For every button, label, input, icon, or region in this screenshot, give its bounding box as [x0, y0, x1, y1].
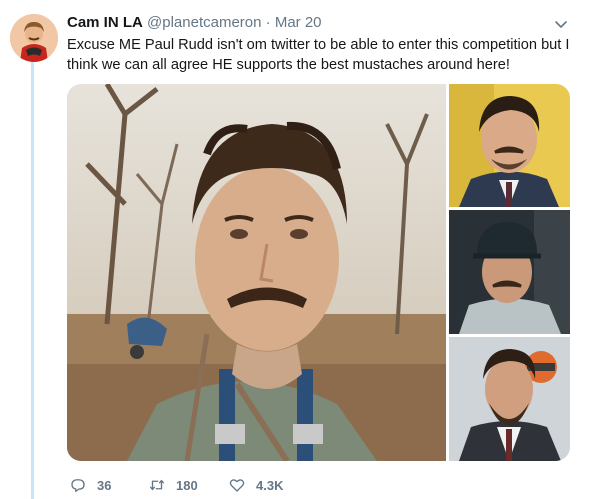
tweet-text: Excuse ME Paul Rudd isn't om twitter to … [67, 37, 570, 73]
heart-icon [229, 479, 245, 492]
reply-count: 36 [97, 477, 112, 493]
reply-icon [71, 479, 85, 493]
tweet-actions: 36 180 4.3K [67, 474, 487, 496]
thread-connector-line [31, 62, 34, 499]
tweet-date[interactable]: Mar 20 [275, 14, 322, 31]
avatar[interactable] [10, 14, 58, 62]
retweet-button[interactable]: 180 [148, 474, 198, 496]
separator-dot: · [265, 14, 271, 31]
thumbnail-photo-1[interactable] [449, 84, 570, 207]
user-handle[interactable]: @planetcameron [147, 14, 261, 31]
thumbnail-photo-2[interactable] [449, 210, 570, 334]
tweet-header: Cam IN LA @planetcameron · Mar 20 [67, 14, 570, 34]
thumbnail-photo-3[interactable] [449, 337, 570, 461]
reply-button[interactable]: 36 [69, 474, 111, 496]
media-grid [67, 84, 570, 461]
retweet-icon [149, 479, 165, 491]
like-button[interactable]: 4.3K [228, 474, 283, 496]
chevron-down-icon[interactable] [553, 16, 569, 32]
display-name[interactable]: Cam IN LA [67, 14, 143, 31]
retweet-count: 180 [176, 477, 198, 493]
like-count: 4.3K [256, 477, 284, 493]
main-photo[interactable] [67, 84, 446, 461]
